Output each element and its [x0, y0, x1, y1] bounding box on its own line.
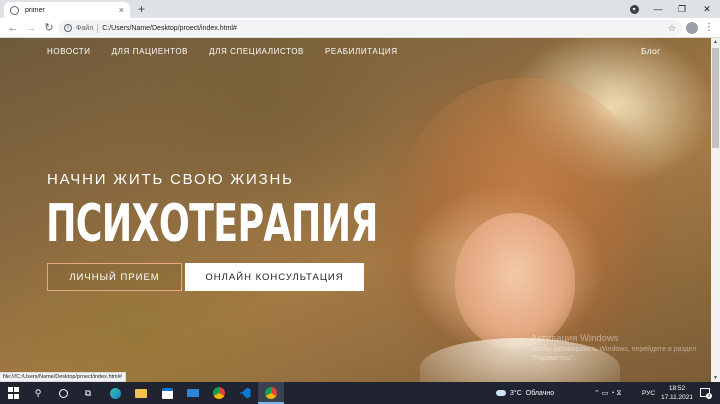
more-menu-icon[interactable]: ⋮ — [704, 21, 714, 35]
scroll-up-arrow-icon[interactable]: ▲ — [712, 38, 719, 46]
nav-item-patients[interactable]: ДЛЯ ПАЦИЕНТОВ — [112, 47, 188, 56]
scroll-thumb[interactable] — [712, 48, 719, 148]
cortana-icon[interactable] — [56, 386, 70, 400]
chrome-icon[interactable] — [212, 386, 226, 400]
nav-item-specialists[interactable]: ДЛЯ СПЕЦИАЛИСТОВ — [209, 47, 304, 56]
notification-count-badge: 3 — [706, 393, 712, 399]
chevron-down-icon: ▾ — [629, 4, 639, 14]
task-view-icon[interactable]: ⧉ — [81, 386, 95, 400]
hero-title: ПСИХОТЕРАПИЯ — [46, 194, 378, 254]
omnibox-divider — [97, 23, 99, 33]
tab-close-icon[interactable]: × — [119, 5, 124, 15]
tab-strip: primer × + ▾ — ❐ ✕ — [0, 0, 720, 18]
language-indicator[interactable]: РУС — [642, 382, 655, 404]
tab-title: primer — [25, 6, 45, 14]
windows-activation-watermark: Активация Windows Чтобы активировать Win… — [531, 333, 701, 364]
nav-item-rehabilitation[interactable]: РЕАБИЛИТАЦИЯ — [325, 47, 398, 56]
weather-text: Облачно — [525, 389, 555, 397]
browser-tab[interactable]: primer × — [4, 2, 130, 18]
clock-date: 17.11.2021 — [660, 394, 694, 401]
scheme-label: Файл — [76, 24, 94, 32]
url-text[interactable]: C:/Users/Name/Desktop/proect/index.html# — [102, 25, 668, 32]
vscode-icon[interactable] — [238, 386, 252, 400]
forward-button[interactable]: → — [24, 21, 38, 35]
close-window-button[interactable]: ✕ — [694, 0, 720, 18]
system-tray-icons[interactable]: ⌃ ▭ ◔ ⧖ — [594, 382, 621, 404]
profile-avatar[interactable] — [686, 22, 698, 34]
site-nav: НОВОСТИ ДЛЯ ПАЦИЕНТОВ ДЛЯ СПЕЦИАЛИСТОВ Р… — [47, 47, 419, 56]
weather-widget[interactable]: 3°C Облачно — [496, 382, 554, 404]
info-icon[interactable]: i — [64, 24, 72, 32]
watermark-title: Активация Windows — [531, 333, 619, 344]
nav-item-news[interactable]: НОВОСТИ — [47, 47, 91, 56]
chrome-active-icon[interactable] — [264, 386, 278, 400]
page-viewport: НОВОСТИ ДЛЯ ПАЦИЕНТОВ ДЛЯ СПЕЦИАЛИСТОВ Р… — [0, 38, 711, 382]
new-tab-button[interactable]: + — [138, 2, 145, 16]
cloud-icon — [496, 390, 506, 396]
maximize-button[interactable]: ❐ — [670, 0, 694, 18]
address-bar[interactable]: i Файл C:/Users/Name/Desktop/proect/inde… — [58, 20, 682, 36]
reload-button[interactable]: ↻ — [42, 21, 56, 35]
bookmark-star-icon[interactable]: ☆ — [668, 23, 676, 34]
clock[interactable]: 18:52 17.11.2021 — [660, 384, 694, 402]
page-scrollbar[interactable]: ▲ ▼ — [711, 38, 720, 382]
hero-image-face — [455, 213, 575, 348]
file-explorer-icon[interactable] — [134, 386, 148, 400]
edge-icon[interactable] — [108, 386, 122, 400]
clock-time: 18:52 — [668, 385, 686, 392]
store-icon[interactable] — [160, 386, 174, 400]
windows-taskbar: ⚲ ⧉ 3°C Облачно ⌃ ▭ ◔ ⧖ РУС 18:52 17.11.… — [0, 382, 720, 404]
scroll-down-arrow-icon[interactable]: ▼ — [712, 374, 719, 382]
in-person-appointment-button[interactable]: ЛИЧНЫЙ ПРИЕМ — [47, 263, 182, 291]
hero-subtitle: НАЧНИ ЖИТЬ СВОЮ ЖИЗНЬ — [47, 171, 294, 188]
minimize-button[interactable]: — — [646, 0, 670, 18]
weather-temp: 3°C — [510, 389, 522, 397]
windows-start-icon[interactable] — [6, 386, 20, 400]
tab-search-button[interactable]: ▾ — [622, 0, 646, 18]
mail-icon[interactable] — [186, 386, 200, 400]
status-bar-url: file:///C:/Users/Name/Desktop/proect/ind… — [0, 372, 126, 382]
online-consultation-button[interactable]: ОНЛАЙН КОНСУЛЬТАЦИЯ — [185, 263, 364, 291]
globe-icon — [10, 5, 19, 15]
browser-toolbar: ← → ↻ i Файл C:/Users/Name/Desktop/proec… — [0, 18, 720, 38]
search-icon[interactable]: ⚲ — [31, 386, 45, 400]
nav-item-blog[interactable]: Блог — [641, 46, 661, 56]
back-button[interactable]: ← — [6, 21, 20, 35]
watermark-text: Чтобы активировать Windows, перейдите в … — [531, 346, 697, 362]
